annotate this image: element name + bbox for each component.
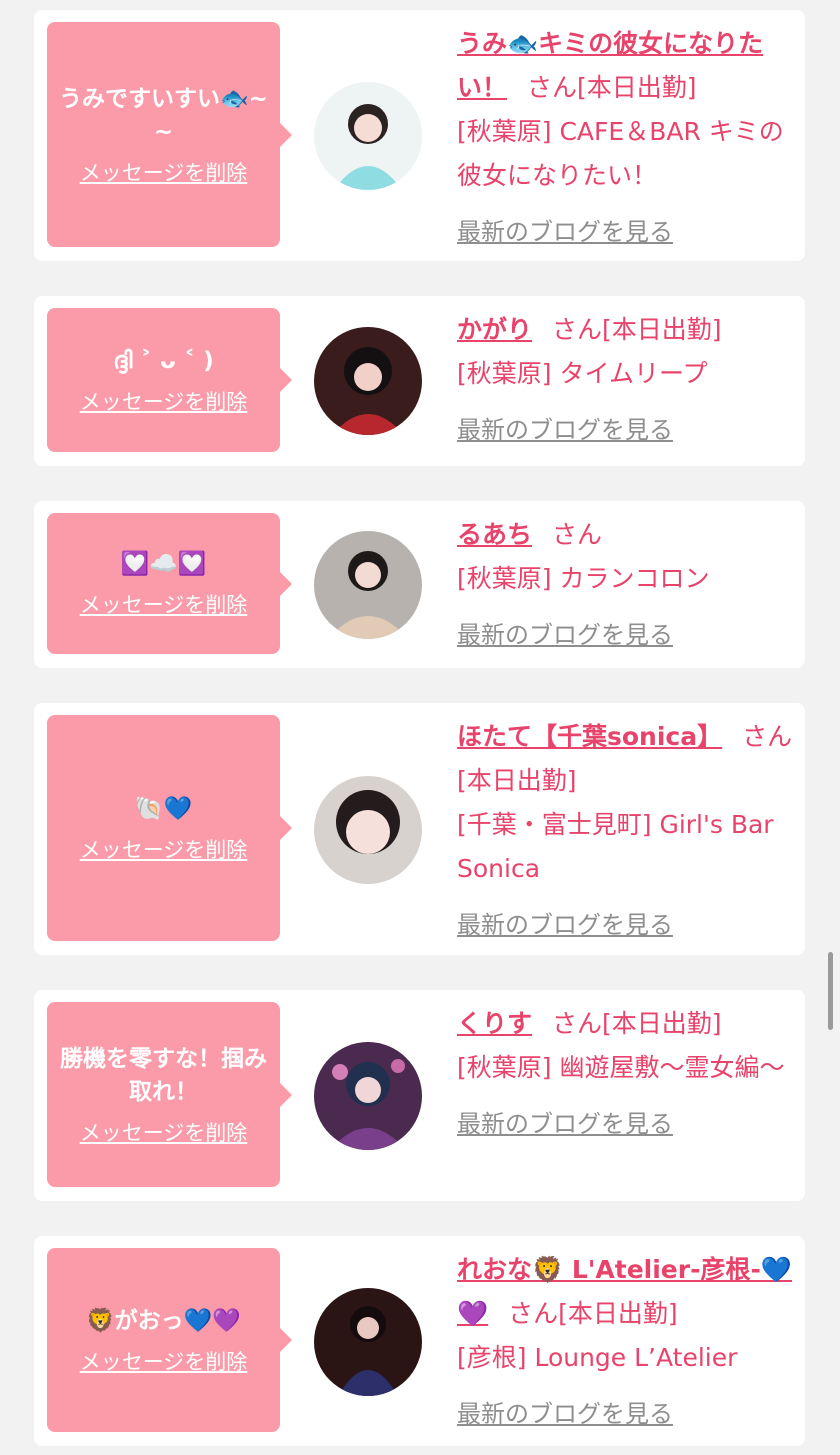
favorite-card: 💟☁️💟 メッセージを削除 るあち さん [秋葉原] カランコロン 最新のブログを… [34,501,805,668]
message-text: 🐚💙 [134,795,193,822]
latest-blog-link[interactable]: 最新のブログを見る [457,613,793,657]
san-suffix: さん [508,1299,559,1328]
shop-name: [千葉・富士見町] Girl's Bar Sonica [457,810,774,883]
delete-message-link[interactable]: メッセージを削除 [80,834,248,864]
status-label: [本日出勤] [577,73,697,102]
delete-message-link[interactable]: メッセージを削除 [80,589,248,619]
message-bubble: 🦁がおっ💙💜 メッセージを削除 [47,1248,292,1432]
portrait-photo-icon [314,531,422,639]
shop-name: [秋葉原] CAFE＆BAR キミの彼女になりたい！ [457,117,784,190]
message-text: 💟☁️💟 [120,551,207,577]
delete-message-link[interactable]: メッセージを削除 [80,386,248,416]
favorite-card: 🐚💙 メッセージを削除 ほたて【千葉sonica】 さん [本日出勤] [千葉・富士… [34,703,805,955]
status-label: [本日出勤] [457,766,577,795]
cast-info: くりす さん[本日出勤] [秋葉原] 幽遊屋敷〜霊女編〜 最新のブログを見る [457,1002,793,1146]
cast-name-link[interactable]: くりす [457,1009,532,1038]
cast-info: うみ🐟キミの彼女になりたい！ さん[本日出勤] [秋葉原] CAFE＆BAR キミ… [457,22,793,254]
portrait-photo-icon [314,327,422,435]
favorite-card: 勝機を零すな！掴み取れ！ メッセージを削除 くりす さん[本日出勤] [秋葉原] … [34,990,805,1201]
cast-name-link[interactable]: るあち [457,520,532,549]
avatar[interactable] [314,1288,422,1396]
message-text: 勝機を零すな！掴み取れ！ [60,1045,267,1105]
portrait-photo-icon [314,776,422,884]
message-bubble: うみですいすい🐟~~ メッセージを削除 [47,22,292,247]
cast-name-link[interactable]: かがり [457,315,532,344]
san-suffix: さん [552,1009,603,1038]
latest-blog-link[interactable]: 最新のブログを見る [457,408,793,452]
portrait-photo-icon [314,1288,422,1396]
cast-info: るあち さん [秋葉原] カランコロン 最新のブログを見る [457,513,793,657]
message-bubble: 💟☁️💟 メッセージを削除 [47,513,292,654]
status-label: [本日出勤] [558,1299,678,1328]
san-suffix: さん [552,520,603,549]
cast-info: れおな🦁 L'Atelier-彦根-💙💜 さん[本日出勤] [彦根] Lounge… [457,1248,793,1436]
san-suffix: さん [527,73,578,102]
shop-name: [秋葉原] タイムリープ [457,359,708,388]
message-text: 🦁がおっ💙💜 [86,1307,241,1334]
message-bubble: ദ്ദി ˃ ᴗ ˂ ) メッセージを削除 [47,308,292,452]
favorite-card: 🦁がおっ💙💜 メッセージを削除 れおな🦁 L'Atelier-彦根-💙💜 さん[本… [34,1236,805,1446]
avatar[interactable] [314,776,422,884]
message-text: うみですいすい🐟~~ [59,85,268,145]
favorite-list: うみですいすい🐟~~ メッセージを削除 うみ🐟キミの彼女になりたい！ さん[本日出… [0,0,840,1455]
latest-blog-link[interactable]: 最新のブログを見る [457,1392,793,1436]
san-suffix: さん [552,315,603,344]
status-label: [本日出勤] [602,315,722,344]
message-bubble: 勝機を零すな！掴み取れ！ メッセージを削除 [47,1002,292,1187]
avatar[interactable] [314,1042,422,1150]
latest-blog-link[interactable]: 最新のブログを見る [457,903,793,947]
message-text: ദ്ദി ˃ ᴗ ˂ ) [113,347,214,374]
status-label: [本日出勤] [602,1009,722,1038]
delete-message-link[interactable]: メッセージを削除 [80,1117,248,1147]
cast-name-link[interactable]: ほたて【千葉sonica】 [457,722,722,751]
san-suffix: さん [742,722,793,751]
cast-info: かがり さん[本日出勤] [秋葉原] タイムリープ 最新のブログを見る [457,308,793,452]
shop-name: [彦根] Lounge L’Atelier [457,1343,738,1372]
message-bubble: 🐚💙 メッセージを削除 [47,715,292,941]
cast-info: ほたて【千葉sonica】 さん [本日出勤] [千葉・富士見町] Girl's B… [457,715,793,947]
avatar[interactable] [314,327,422,435]
delete-message-link[interactable]: メッセージを削除 [80,157,248,187]
shop-name: [秋葉原] カランコロン [457,564,710,593]
scrollbar[interactable] [828,952,833,1030]
delete-message-link[interactable]: メッセージを削除 [80,1346,248,1376]
avatar[interactable] [314,531,422,639]
favorite-card: ദ്ദി ˃ ᴗ ˂ ) メッセージを削除 かがり さん[本日出勤] [秋葉原] … [34,296,805,466]
avatar[interactable] [314,82,422,190]
portrait-photo-icon [314,82,422,190]
latest-blog-link[interactable]: 最新のブログを見る [457,210,793,254]
latest-blog-link[interactable]: 最新のブログを見る [457,1102,793,1146]
shop-name: [秋葉原] 幽遊屋敷〜霊女編〜 [457,1053,785,1082]
portrait-photo-icon [314,1042,422,1150]
favorite-card: うみですいすい🐟~~ メッセージを削除 うみ🐟キミの彼女になりたい！ さん[本日出… [34,10,805,261]
